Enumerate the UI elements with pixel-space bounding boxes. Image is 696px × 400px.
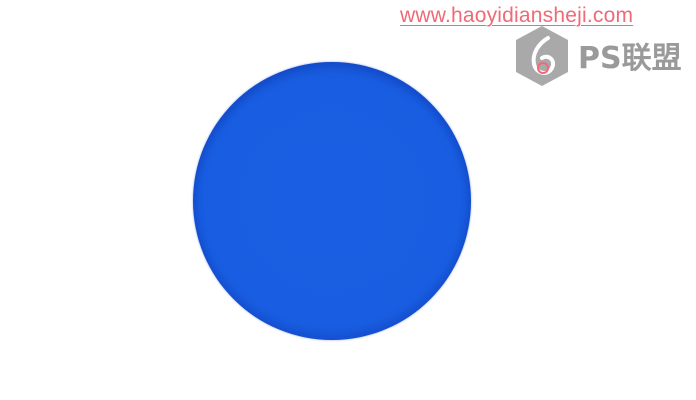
svg-text:PS联盟: PS联盟 [578, 41, 682, 76]
image-canvas: www.haoyidiansheji.com PS联盟 [0, 0, 696, 400]
ps-union-logo: PS联盟 [516, 26, 682, 86]
blue-circle [193, 62, 471, 340]
